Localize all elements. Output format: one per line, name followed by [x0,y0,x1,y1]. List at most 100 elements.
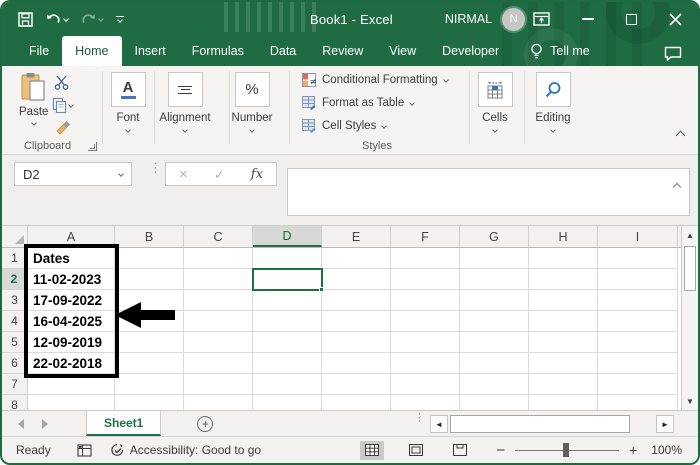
close-button[interactable] [669,12,682,26]
cell-I7[interactable] [598,374,678,395]
cell-B5[interactable] [115,332,184,353]
cell-G2[interactable] [460,269,529,290]
cell-A3[interactable]: 17-09-2022 [28,290,115,311]
cell-A4[interactable]: 16-04-2025 [28,311,115,332]
cell-H8[interactable] [529,395,598,410]
cell-F8[interactable] [391,395,460,410]
scroll-right-button[interactable]: ► [656,415,674,433]
normal-view-button[interactable] [360,440,385,460]
tab-formulas[interactable]: Formulas [179,36,257,66]
column-header-E[interactable]: E [322,226,391,247]
minimize-button[interactable] [582,18,594,20]
tab-insert[interactable]: Insert [122,36,179,66]
cell-E6[interactable] [322,353,391,374]
format-as-table-button[interactable]: Format as Table [302,96,416,110]
sheet-tab-sheet1[interactable]: Sheet1 [86,411,162,436]
cell-A8[interactable] [28,395,115,410]
collapse-ribbon-button[interactable] [675,126,686,144]
cell-I2[interactable] [598,269,678,290]
cell-B2[interactable] [115,269,184,290]
row-header-7[interactable]: 7 [2,374,28,395]
cell-C1[interactable] [184,248,253,269]
cell-I1[interactable] [598,248,678,269]
column-header-B[interactable]: B [115,226,184,247]
clipboard-dialog-launcher[interactable] [88,142,97,151]
active-cell-selection[interactable] [252,268,324,292]
cell-A7[interactable] [28,374,115,395]
cell-B6[interactable] [115,353,184,374]
cell-B7[interactable] [115,374,184,395]
editing-group-button[interactable]: Editing [527,72,579,133]
font-group-button[interactable]: A Font [102,72,154,133]
previous-sheet-button[interactable] [18,418,24,429]
cell-D1[interactable] [253,248,322,269]
cell-H4[interactable] [529,311,598,332]
cell-D3[interactable] [253,290,322,311]
tab-home[interactable]: Home [62,36,122,66]
select-all-corner[interactable] [2,226,28,247]
cell-G8[interactable] [460,395,529,410]
cell-A5[interactable]: 12-09-2019 [28,332,115,353]
avatar[interactable]: N [502,7,526,31]
cell-G3[interactable] [460,290,529,311]
cancel-button[interactable]: × [179,167,188,182]
zoom-out-button[interactable]: − [496,442,505,459]
cell-C7[interactable] [184,374,253,395]
scroll-up-button[interactable]: ▲ [682,226,698,244]
cell-G6[interactable] [460,353,529,374]
cell-F7[interactable] [391,374,460,395]
tell-me-button[interactable]: Tell me [530,36,590,66]
maximize-button[interactable] [626,13,637,25]
tab-view[interactable]: View [376,36,429,66]
cell-I6[interactable] [598,353,678,374]
cell-C2[interactable] [184,269,253,290]
cell-D8[interactable] [253,395,322,410]
cell-B8[interactable] [115,395,184,410]
next-sheet-button[interactable] [42,418,48,429]
cell-H1[interactable] [529,248,598,269]
alignment-group-button[interactable]: Alignment [159,72,211,133]
enter-button[interactable]: ✓ [214,168,225,181]
fill-handle[interactable] [319,287,324,292]
paste-button[interactable]: Paste [19,72,48,126]
cell-A2[interactable]: 11-02-2023 [28,269,115,290]
row-header-2[interactable]: 2 [2,269,28,290]
cell-B1[interactable] [115,248,184,269]
tab-review[interactable]: Review [309,36,376,66]
horizontal-scroll-thumb[interactable] [450,415,630,433]
row-header-3[interactable]: 3 [2,290,28,311]
column-header-I[interactable]: I [598,226,678,247]
redo-button[interactable] [81,13,104,26]
cells-group-button[interactable]: Cells [469,72,521,133]
vertical-scroll-thumb[interactable] [684,246,696,291]
cell-F1[interactable] [391,248,460,269]
cell-E8[interactable] [322,395,391,410]
cell-styles-button[interactable]: Cell Styles [302,119,388,133]
zoom-slider[interactable] [515,443,620,457]
cell-G7[interactable] [460,374,529,395]
horizontal-scrollbar[interactable]: ◄ ► [430,415,674,433]
cell-A1[interactable]: Dates [28,248,115,269]
tab-data[interactable]: Data [257,36,309,66]
cell-F6[interactable] [391,353,460,374]
cell-E7[interactable] [322,374,391,395]
row-header-4[interactable]: 4 [2,311,28,332]
cell-H3[interactable] [529,290,598,311]
cell-F3[interactable] [391,290,460,311]
cell-C4[interactable] [184,311,253,332]
cell-H5[interactable] [529,332,598,353]
cell-I8[interactable] [598,395,678,410]
conditional-formatting-button[interactable]: ≠ Conditional Formatting [302,73,449,87]
row-header-1[interactable]: 1 [2,248,28,269]
cell-E4[interactable] [322,311,391,332]
collapse-formula-bar-button[interactable] [672,177,682,195]
cell-D6[interactable] [253,353,322,374]
cell-B4[interactable] [115,311,184,332]
column-header-A[interactable]: A [28,226,115,247]
column-header-G[interactable]: G [460,226,529,247]
copy-button[interactable] [52,97,74,113]
zoom-slider-handle[interactable] [562,443,569,457]
cell-F5[interactable] [391,332,460,353]
cell-E5[interactable] [322,332,391,353]
cell-D7[interactable] [253,374,322,395]
